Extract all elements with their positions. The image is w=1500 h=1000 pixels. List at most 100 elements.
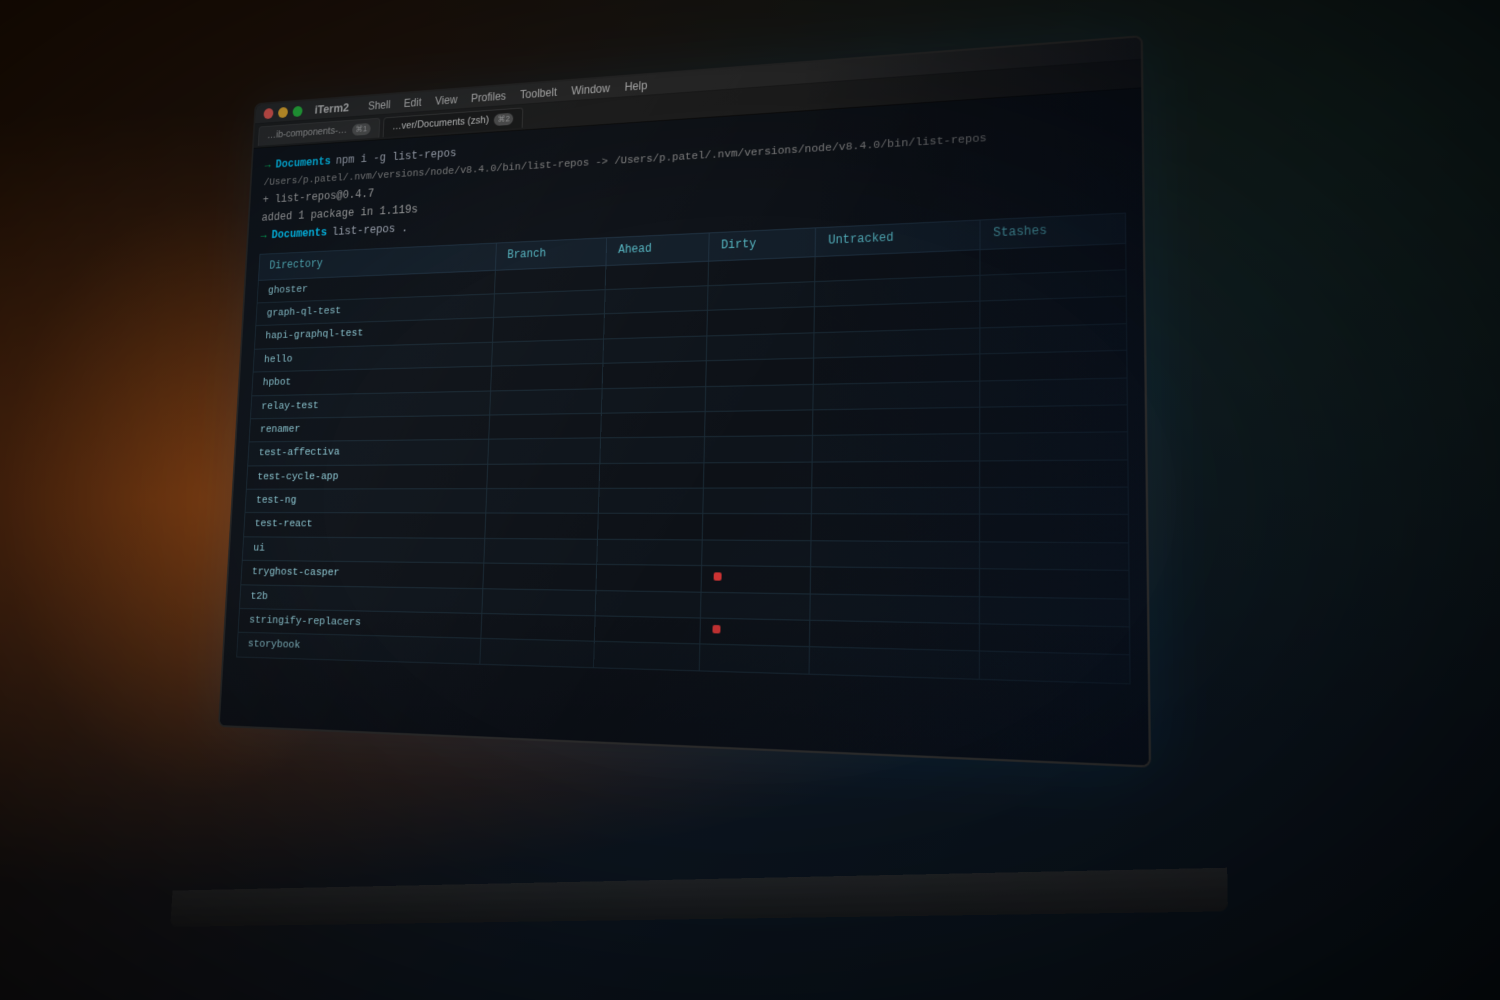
cell-ahead: [604, 311, 708, 339]
cell-dirty: [705, 410, 813, 437]
cell-ahead: [595, 616, 701, 644]
cell-branch: [485, 513, 598, 539]
cell-directory: ui: [242, 537, 485, 564]
prompt-dir-2: Documents: [271, 224, 327, 245]
tab-1-badge: ⌘1: [352, 122, 371, 135]
cell-branch: [489, 413, 602, 439]
cell-dirty: [706, 358, 814, 386]
cell-branch: [488, 438, 601, 464]
cell-dirty: [700, 644, 810, 674]
cell-stashes: [980, 378, 1128, 408]
cell-branch: [484, 538, 598, 564]
cell-ahead: [598, 514, 703, 540]
cell-stashes: [980, 487, 1129, 515]
cell-ahead: [601, 412, 706, 439]
cell-directory: storybook: [237, 633, 481, 665]
cmd-text-2: list-repos .: [332, 220, 409, 242]
prompt-arrow-2: →: [260, 227, 267, 245]
menu-edit[interactable]: Edit: [397, 93, 429, 112]
cell-dirty: [703, 488, 812, 514]
cell-stashes: [979, 651, 1130, 683]
cell-untracked: [810, 594, 979, 624]
cell-ahead: [598, 488, 703, 514]
cell-stashes: [980, 350, 1127, 380]
minimize-button[interactable]: [278, 106, 288, 117]
cell-branch: [492, 339, 604, 366]
cell-directory: test-cycle-app: [246, 464, 488, 489]
cell-ahead: [599, 463, 704, 489]
cell-dirty: [703, 514, 812, 541]
cell-untracked: [812, 488, 980, 515]
cell-dirty: [701, 566, 811, 594]
cell-branch: [482, 588, 596, 616]
cell-stashes: [979, 596, 1129, 627]
cell-branch: [486, 488, 599, 513]
cell-dirty: [701, 592, 811, 620]
cell-dirty: [702, 540, 811, 567]
cell-branch: [493, 314, 605, 342]
cell-ahead: [595, 590, 701, 618]
cell-ahead: [597, 539, 703, 566]
tab-1-label: …ib-components-…: [267, 125, 347, 141]
cell-stashes: [980, 542, 1129, 571]
traffic-lights: [263, 105, 302, 118]
cell-untracked: [812, 461, 980, 488]
table-row: test-ng: [245, 487, 1128, 515]
cell-untracked: [813, 381, 980, 410]
cell-untracked: [813, 407, 980, 436]
laptop-wrapper: iTerm2 Shell Edit View Profiles Toolbelt…: [0, 0, 1500, 1000]
cell-untracked: [811, 567, 980, 596]
tab-2-badge: ⌘2: [494, 112, 514, 125]
menu-window[interactable]: Window: [564, 79, 618, 100]
menu-toolbelt[interactable]: Toolbelt: [513, 83, 565, 103]
menu-profiles[interactable]: Profiles: [464, 87, 514, 107]
cell-stashes: [980, 515, 1129, 543]
cell-branch: [483, 563, 597, 590]
cell-dirty: [707, 333, 815, 361]
cell-branch: [491, 363, 603, 390]
cell-stashes: [980, 323, 1127, 354]
cell-untracked: [814, 328, 980, 359]
cell-branch: [481, 614, 595, 642]
cell-branch: [480, 639, 594, 668]
cell-untracked: [811, 541, 980, 569]
cell-directory: test-react: [244, 513, 486, 538]
cell-untracked: [814, 354, 980, 384]
col-ahead: Ahead: [606, 233, 709, 265]
app-name: iTerm2: [314, 100, 349, 116]
cell-untracked: [809, 647, 979, 679]
cell-branch: [494, 290, 606, 318]
close-button[interactable]: [263, 108, 273, 119]
cell-stashes: [980, 569, 1130, 599]
terminal-content: → Documents npm i -g list-repos /Users/p…: [220, 88, 1149, 765]
cell-ahead: [596, 565, 702, 592]
cell-ahead: [603, 336, 707, 364]
table-row: test-cycle-app: [246, 460, 1128, 490]
cell-directory: test-ng: [245, 489, 487, 514]
laptop-screen: iTerm2 Shell Edit View Profiles Toolbelt…: [218, 35, 1151, 768]
cell-stashes: [980, 405, 1128, 434]
cell-directory: test-affectiva: [248, 439, 489, 465]
cell-ahead: [605, 286, 709, 314]
cell-branch: [487, 463, 600, 488]
cell-ahead: [602, 386, 706, 413]
cell-untracked: [811, 514, 979, 542]
cell-dirty: [705, 384, 813, 412]
tab-2-label: …ver/Documents (zsh): [392, 114, 489, 132]
cell-untracked: [810, 620, 980, 651]
cell-ahead: [600, 437, 705, 463]
cell-ahead: [602, 361, 706, 388]
menu-shell[interactable]: Shell: [361, 95, 398, 114]
maximize-button[interactable]: [292, 105, 302, 116]
cell-dirty: [700, 618, 810, 647]
menu-help[interactable]: Help: [617, 76, 655, 96]
cell-untracked: [813, 434, 980, 462]
prompt-dir-1: Documents: [275, 152, 331, 173]
repo-table: Directory Branch Ahead Dirty Untracked S…: [236, 213, 1130, 684]
cell-branch: [490, 388, 602, 415]
cell-ahead: [594, 642, 700, 671]
menu-view[interactable]: View: [428, 90, 465, 109]
cell-stashes: [980, 460, 1128, 488]
cell-dirty: [704, 436, 813, 463]
cell-dirty: [707, 307, 815, 336]
